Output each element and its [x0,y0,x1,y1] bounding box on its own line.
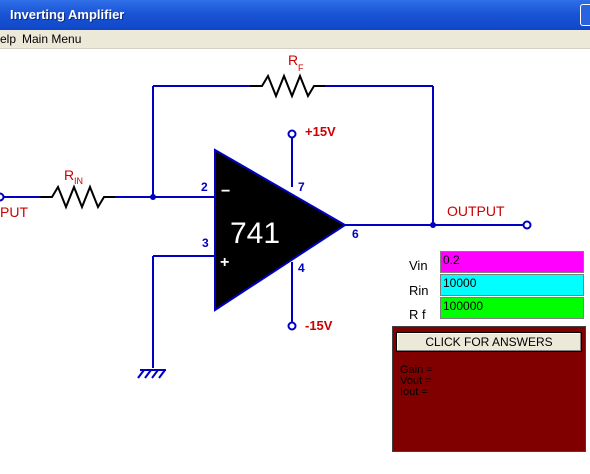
rf-subscript: F [298,63,304,73]
rin-field-label: Rin [409,283,429,298]
rf-resistor [250,73,325,99]
rin-subscript: IN [74,176,83,186]
input-terminal [0,192,5,202]
minus-sign: − [221,183,230,200]
vin-label: Vin [409,258,428,273]
output-terminal [522,220,532,230]
pin-4: 4 [298,261,305,275]
rin-resistor [40,184,115,210]
rf-field[interactable]: 100000 [440,297,584,319]
rin-label: R [64,167,74,183]
pin-3: 3 [202,236,209,250]
rf-label: R [288,52,298,68]
junction-input [150,194,156,200]
input-label: PUT [0,204,28,220]
click-for-answers-button[interactable]: CLICK FOR ANSWERS [396,332,582,352]
vplus-terminal [287,129,297,139]
pin-7: 7 [298,180,305,194]
opamp-label: 741 [230,217,280,250]
vminus-label: -15V [305,318,333,333]
pin-6: 6 [352,227,359,241]
vminus-terminal [287,321,297,331]
rf-field-label: R f [409,307,426,322]
output-label: OUTPUT [447,203,505,219]
iout-label: Iout = [400,386,428,398]
rin-field[interactable]: 10000 [440,274,584,296]
vin-field[interactable]: 0.2 [440,251,584,273]
vplus-label: +15V [305,124,336,139]
pin-2: 2 [201,180,208,194]
plus-sign: + [220,254,229,271]
ground-symbol [137,369,166,379]
junction-output [430,222,436,228]
